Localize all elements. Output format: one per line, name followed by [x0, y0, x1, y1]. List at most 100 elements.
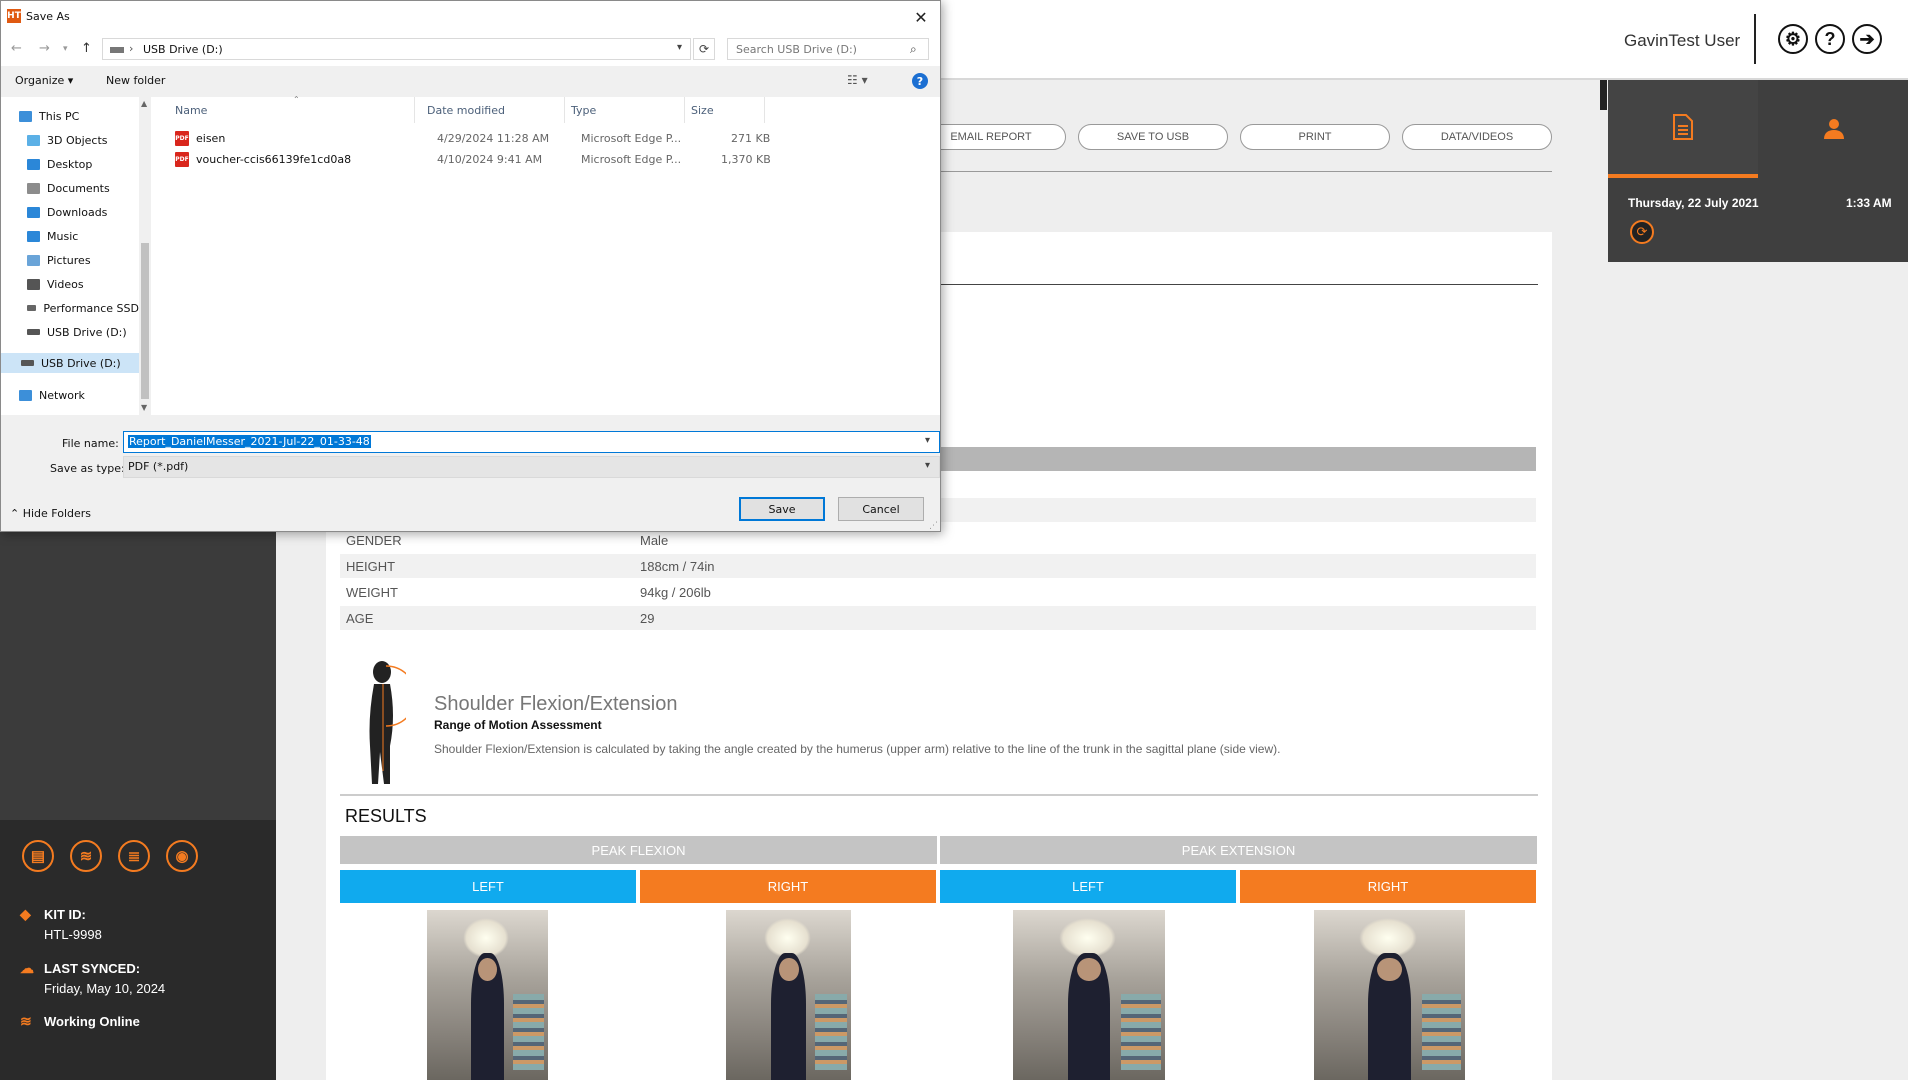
logout-icon[interactable]: ➔ [1852, 24, 1882, 54]
help-icon[interactable]: ? [1815, 24, 1845, 54]
dialog-toolbar: Organize ▾ New folder ☷ ▾ ? [1, 66, 940, 96]
nav-label: Desktop [47, 157, 93, 171]
file-name-value: Report_DanielMesser_2021-Jul-22_01-33-48 [128, 435, 371, 448]
flexion-left-header: LEFT [340, 870, 636, 903]
nav-scrollbar-thumb[interactable] [141, 243, 149, 399]
data-videos-button[interactable]: DATA/VIDEOS [1402, 124, 1552, 150]
tab-report[interactable] [1608, 80, 1758, 178]
sync-icon[interactable]: ⟳ [1630, 220, 1654, 244]
profile-key: GENDER [346, 532, 402, 548]
wifi-icon[interactable]: ≋ [70, 840, 102, 872]
divider [940, 284, 1538, 285]
file-size: 271 KB [731, 132, 771, 145]
up-arrow-icon[interactable]: ↑ [81, 41, 92, 56]
new-folder-button[interactable]: New folder [106, 74, 165, 87]
drive-icon [27, 305, 37, 311]
back-arrow-icon[interactable]: ← [11, 41, 22, 56]
dialog-title-bar[interactable]: HT Save As ✕ [1, 1, 940, 32]
camera-icon[interactable]: ◉ [166, 840, 198, 872]
recent-locations-icon[interactable]: ▾ [63, 44, 68, 54]
topbar-divider [1754, 14, 1756, 64]
pdf-file-icon: PDF [175, 131, 189, 146]
hide-folders-button[interactable]: ⌃ Hide Folders [10, 507, 91, 520]
nav-label: This PC [39, 109, 80, 123]
save-to-usb-button[interactable]: SAVE TO USB [1078, 124, 1228, 150]
column-size[interactable]: Size [685, 97, 765, 123]
file-row[interactable]: PDF eisen 4/29/2024 11:28 AM Microsoft E… [151, 129, 791, 149]
file-list: Name Date modified Type Size ⌃ PDF eisen… [151, 95, 940, 415]
downloads-icon [27, 206, 40, 218]
tab-user[interactable] [1760, 80, 1908, 178]
file-row[interactable]: PDF voucher-ccis66139fe1cd0a8 4/10/2024 … [151, 150, 791, 170]
drive-icon [110, 47, 124, 53]
extension-left-header: LEFT [940, 870, 1236, 903]
nav-item-this-pc[interactable]: This PC [19, 106, 157, 126]
save-type-select[interactable]: PDF (*.pdf) ▾ [123, 456, 940, 478]
printer-icon[interactable]: ▤ [22, 840, 54, 872]
flexion-right-photo[interactable] [726, 910, 851, 1080]
kit-id-label: KIT ID: [44, 907, 86, 922]
nav-label: Music [47, 229, 79, 243]
gear-icon[interactable]: ⚙ [1778, 24, 1808, 54]
nav-item-usb-drive-root[interactable]: USB Drive (D:) [1, 353, 139, 373]
extension-left-photo[interactable] [1013, 910, 1165, 1080]
peak-flexion-header: PEAK FLEXION [340, 836, 937, 864]
nav-label: Performance SSD [43, 301, 139, 315]
column-name[interactable]: Name [169, 97, 415, 123]
forward-arrow-icon[interactable]: → [39, 41, 50, 56]
section-header-bar [940, 447, 1536, 471]
nav-item-performance-ssd[interactable]: Performance SSD [27, 298, 139, 318]
chevron-down-icon[interactable]: ▾ [925, 460, 930, 471]
help-icon[interactable]: ? [912, 73, 928, 89]
assessment-subtitle: Range of Motion Assessment [434, 718, 602, 732]
address-bar[interactable]: › USB Drive (D:) ▾ [102, 38, 691, 60]
scroll-down-icon[interactable]: ▼ [141, 403, 147, 412]
save-type-value: PDF (*.pdf) [128, 460, 189, 473]
profile-value: 188cm / 74in [640, 558, 715, 574]
flexion-left-photo[interactable] [427, 910, 548, 1080]
organize-button[interactable]: Organize ▾ [15, 74, 73, 87]
chevron-down-icon[interactable]: ▾ [677, 42, 682, 53]
scrollbar[interactable] [1600, 80, 1607, 110]
file-name-field[interactable]: Report_DanielMesser_2021-Jul-22_01-33-48… [123, 431, 940, 453]
profile-value: 94kg / 206lb [640, 584, 711, 600]
column-type[interactable]: Type [565, 97, 685, 123]
breadcrumb-location[interactable]: USB Drive (D:) [143, 43, 223, 56]
resize-grip-icon[interactable]: ⋰ [929, 521, 938, 531]
nav-label: USB Drive (D:) [41, 356, 121, 370]
search-input[interactable]: Search USB Drive (D:) ⌕ [727, 38, 929, 60]
pdf-file-icon: PDF [175, 152, 189, 167]
file-type: Microsoft Edge P... [581, 132, 682, 145]
hide-folders-label: Hide Folders [22, 507, 92, 520]
refresh-icon[interactable]: ⟳ [693, 38, 715, 60]
view-options-icon[interactable]: ☷ ▾ [847, 73, 868, 87]
file-name-label: File name: [62, 437, 119, 450]
nav-item-network[interactable]: Network [19, 385, 157, 405]
chevron-down-icon[interactable]: ▾ [925, 435, 930, 446]
cloud-upload-icon: ☁ [20, 960, 34, 976]
file-name: voucher-ccis66139fe1cd0a8 [196, 153, 352, 166]
column-date-modified[interactable]: Date modified [421, 97, 565, 123]
videos-icon [27, 278, 40, 290]
close-icon[interactable]: ✕ [911, 7, 931, 27]
wifi-status-icon: ≋ [20, 1013, 32, 1029]
nav-label: Network [39, 388, 85, 402]
scroll-up-icon[interactable]: ▲ [141, 99, 147, 108]
flexion-right-header: RIGHT [640, 870, 936, 903]
last-synced-value: Friday, May 10, 2024 [44, 981, 166, 996]
extension-right-header: RIGHT [1240, 870, 1536, 903]
file-date: 4/10/2024 9:41 AM [437, 153, 543, 166]
save-as-dialog: HT Save As ✕ ← → ▾ ↑ › USB Drive (D:) ▾ … [0, 0, 941, 532]
extension-right-photo[interactable] [1314, 910, 1465, 1080]
profile-row: WEIGHT 94kg / 206lb [340, 580, 1536, 604]
user-icon [1824, 119, 1844, 139]
report-icon [1673, 114, 1693, 140]
print-button[interactable]: PRINT [1240, 124, 1390, 150]
divider [340, 794, 1538, 796]
save-button[interactable]: Save [739, 497, 825, 521]
nav-label: Videos [47, 277, 84, 291]
search-icon[interactable]: ⌕ [910, 42, 917, 57]
dialog-title: Save As [26, 10, 70, 23]
cancel-button[interactable]: Cancel [838, 497, 924, 521]
database-icon[interactable]: ≣ [118, 840, 150, 872]
